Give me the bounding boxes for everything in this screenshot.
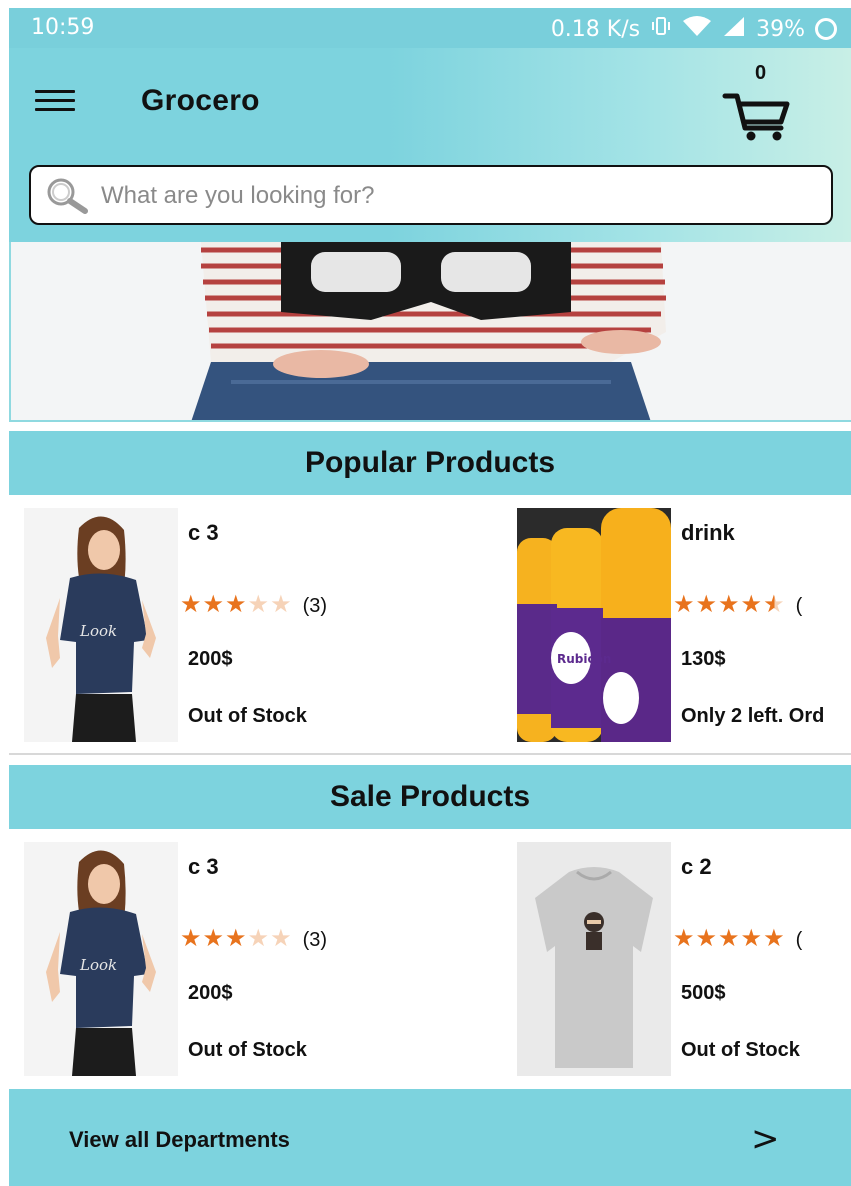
view-all-departments-label: View all Departments <box>69 1127 290 1152</box>
banner-image <box>11 242 851 420</box>
view-all-departments-button[interactable]: View all Departments > <box>9 1089 851 1186</box>
product-price: 200$ <box>188 648 233 670</box>
stock-status: Out of Stock <box>188 705 307 727</box>
promo-banner[interactable] <box>9 242 851 422</box>
product-price: 200$ <box>188 982 233 1004</box>
cart-button[interactable]: 0 <box>721 62 793 142</box>
product-price: 130$ <box>681 648 726 670</box>
rating-stars: ★★★★★ (3) <box>180 591 328 618</box>
status-indicators: 0.18 K/s 39% <box>551 15 837 43</box>
popular-product-card-2[interactable]: Rubicon drink ★★★★★( 130$ Only 2 left. O… <box>517 508 851 742</box>
product-image-grey-tshirt <box>517 842 671 1076</box>
cart-icon <box>722 93 790 141</box>
svg-text:Look: Look <box>79 622 117 640</box>
product-name: c 3 <box>188 854 219 879</box>
product-price: 500$ <box>681 982 726 1004</box>
battery-level: 39% <box>756 16 805 42</box>
wifi-icon <box>682 15 712 43</box>
app-title: Grocero <box>141 84 260 117</box>
review-count: ( <box>795 929 803 951</box>
menu-icon[interactable] <box>35 90 75 116</box>
status-time: 10:59 <box>31 15 95 40</box>
section-divider <box>9 753 851 755</box>
product-name: c 2 <box>681 854 712 879</box>
top-header: 10:59 0.18 K/s 39% Grocero 0 What are yo… <box>9 8 851 242</box>
network-speed: 0.18 K/s <box>550 16 641 42</box>
product-name: c 3 <box>188 520 219 545</box>
sale-product-card-2[interactable]: c 2 ★★★★★( 500$ Out of Stock <box>517 842 851 1076</box>
stock-status: Out of Stock <box>681 1039 800 1061</box>
popular-product-card-1[interactable]: Look c 3 ★★★★★ (3) 200$ Out of Stock <box>24 508 354 742</box>
status-bar: 10:59 0.18 K/s 39% <box>9 8 851 48</box>
search-icon <box>43 175 95 220</box>
stock-status: Out of Stock <box>188 1039 307 1061</box>
chevron-right-icon: > <box>751 1119 780 1159</box>
battery-ring-icon <box>815 18 837 40</box>
vibrate-icon <box>650 16 672 42</box>
stock-status: Only 2 left. Ord <box>681 705 825 727</box>
app-bar: Grocero 0 <box>9 48 851 158</box>
review-count: (3) <box>302 595 328 617</box>
product-image-juice-bottles: Rubicon <box>517 508 671 742</box>
search-placeholder: What are you looking for? <box>101 182 375 209</box>
sale-products-header: Sale Products <box>9 765 851 829</box>
product-name: drink <box>681 520 735 545</box>
signal-icon <box>722 15 746 43</box>
review-count: (3) <box>302 929 328 951</box>
svg-text:Rubicon: Rubicon <box>557 652 611 666</box>
svg-text:Look: Look <box>79 956 117 974</box>
product-image-woman-tshirt: Look <box>24 508 178 742</box>
rating-stars: ★★★★★( <box>673 591 803 618</box>
review-count: ( <box>795 595 803 617</box>
rating-stars: ★★★★★( <box>673 925 803 952</box>
rating-stars: ★★★★★ (3) <box>180 925 328 952</box>
popular-products-header: Popular Products <box>9 431 851 495</box>
product-image-woman-tshirt: Look <box>24 842 178 1076</box>
search-input[interactable]: What are you looking for? <box>29 165 833 225</box>
sale-product-card-1[interactable]: Look c 3 ★★★★★ (3) 200$ Out of Stock <box>24 842 354 1076</box>
